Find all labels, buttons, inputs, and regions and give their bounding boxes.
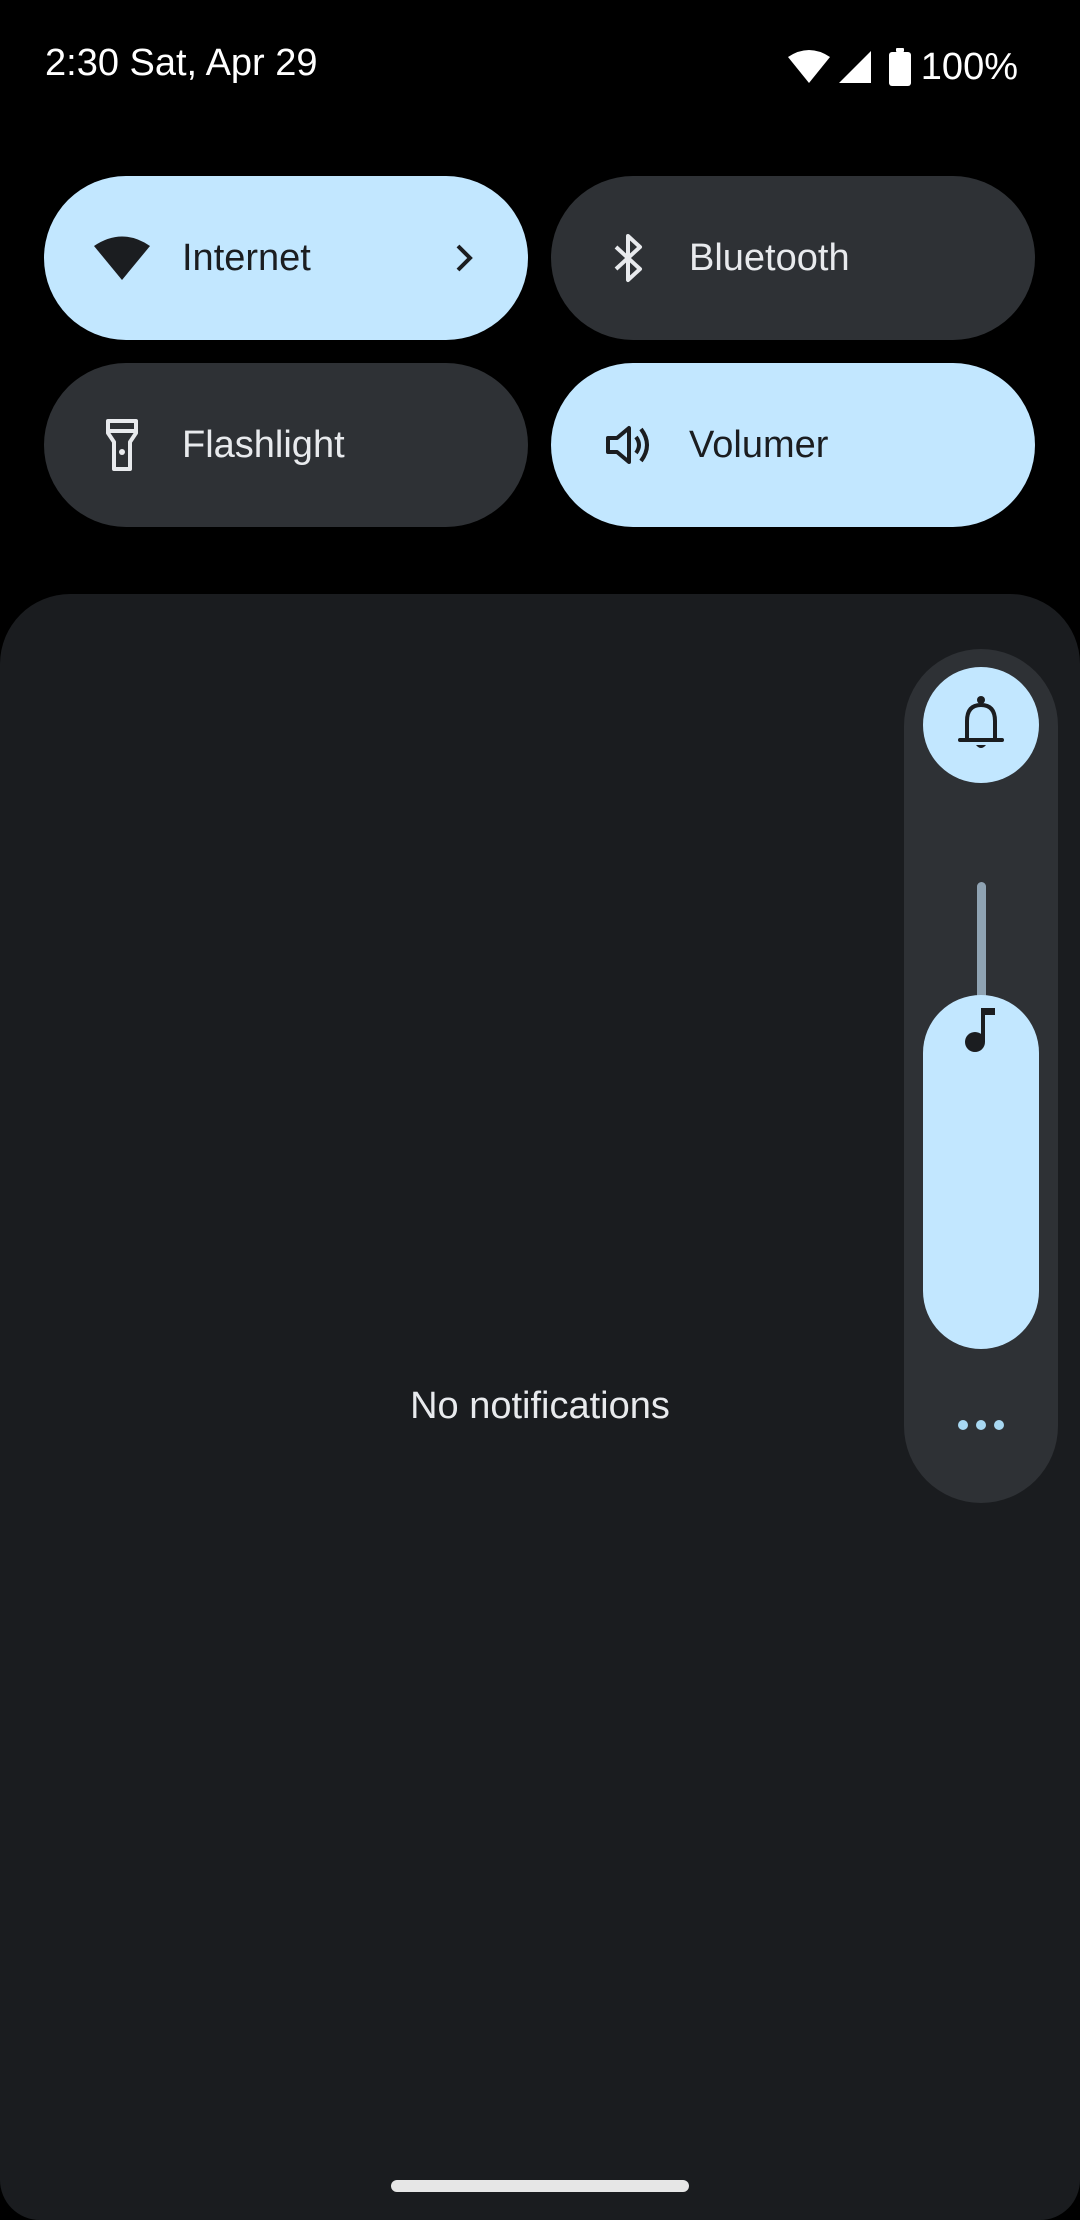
volume-panel bbox=[904, 649, 1058, 1503]
cell-signal-icon bbox=[837, 49, 873, 85]
volume-more-button[interactable] bbox=[941, 1397, 1021, 1457]
ringer-mode-button[interactable] bbox=[923, 667, 1039, 783]
tile-volume[interactable]: Volumer bbox=[551, 363, 1035, 527]
status-bar: 2:30 Sat, Apr 29 100% bbox=[0, 0, 1080, 135]
battery-percent: 100% bbox=[920, 45, 1018, 88]
more-dots-icon bbox=[956, 1418, 1006, 1437]
status-time-date: 2:30 Sat, Apr 29 bbox=[45, 42, 318, 84]
music-note-icon bbox=[963, 1004, 999, 1059]
gesture-nav-handle[interactable] bbox=[391, 2180, 689, 2192]
tile-flashlight-label: Flashlight bbox=[182, 423, 345, 466]
tile-internet-label: Internet bbox=[182, 236, 311, 279]
volume-icon bbox=[593, 409, 665, 481]
tile-flashlight[interactable]: Flashlight bbox=[44, 363, 528, 527]
chevron-right-icon[interactable] bbox=[444, 238, 484, 278]
tile-bluetooth[interactable]: Bluetooth bbox=[551, 176, 1035, 340]
bell-icon bbox=[957, 695, 1005, 756]
battery-icon bbox=[888, 48, 911, 86]
tile-volume-label: Volumer bbox=[689, 423, 829, 466]
tile-internet[interactable]: Internet bbox=[44, 176, 528, 340]
status-icons: 100% bbox=[787, 44, 1018, 90]
wifi-icon bbox=[86, 222, 158, 294]
bluetooth-icon bbox=[593, 222, 665, 294]
wifi-icon bbox=[787, 49, 831, 85]
tile-bluetooth-label: Bluetooth bbox=[689, 236, 850, 279]
flashlight-icon bbox=[86, 409, 158, 481]
